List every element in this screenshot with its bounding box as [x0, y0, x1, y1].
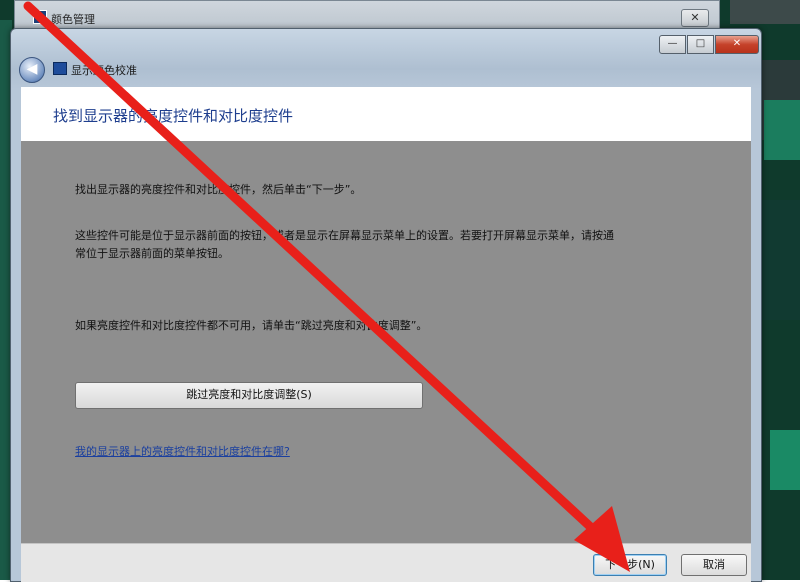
red-arrow-annotation [23, 1, 630, 572]
arrow-shaft [23, 1, 601, 537]
